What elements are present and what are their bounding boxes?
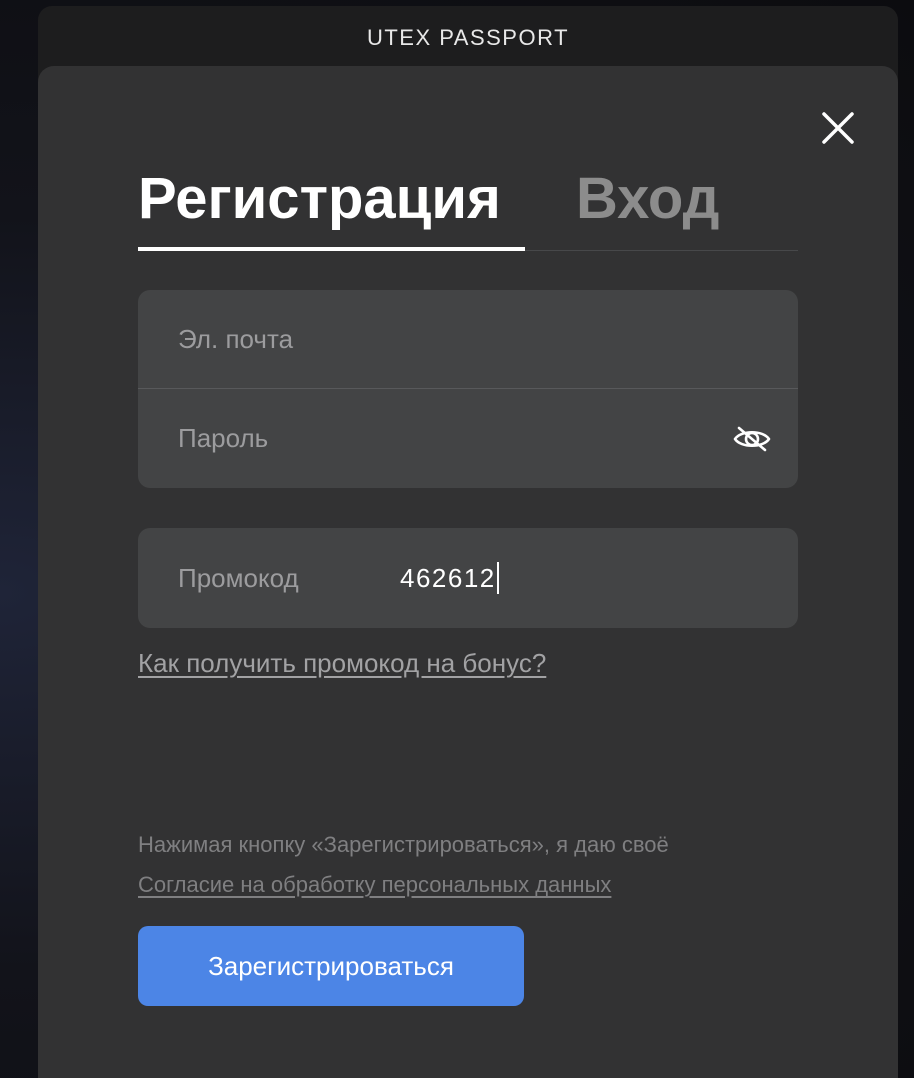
tab-login[interactable]: Вход <box>576 156 719 250</box>
consent-link[interactable]: Согласие на обработку персональных данны… <box>138 872 611 898</box>
register-button[interactable]: Зарегистрироваться <box>138 926 524 1006</box>
promo-code-input[interactable]: 462612 <box>400 528 499 628</box>
promo-code-value: 462612 <box>400 563 496 593</box>
text-caret <box>496 562 499 595</box>
promo-help-link[interactable]: Как получить промокод на бонус? <box>138 648 546 679</box>
password-field[interactable] <box>138 389 798 488</box>
password-row <box>138 388 798 488</box>
promo-code-field[interactable]: Промокод 462612 <box>138 528 798 628</box>
close-button[interactable] <box>814 104 862 152</box>
eye-off-icon <box>733 426 771 452</box>
email-row <box>138 290 798 388</box>
credentials-group <box>138 290 798 488</box>
close-icon <box>822 112 854 144</box>
promo-code-label: Промокод <box>178 563 299 593</box>
email-field[interactable] <box>138 290 798 388</box>
tab-register[interactable]: Регистрация <box>138 156 525 251</box>
auth-tabs: Регистрация Вход <box>138 156 798 251</box>
auth-dialog: Регистрация Вход Промокод 462612 Как пол… <box>38 66 898 1078</box>
window-title: UTEX PASSPORT <box>366 25 570 50</box>
consent-text: Нажимая кнопку «Зарегистрироваться», я д… <box>138 832 669 857</box>
toggle-password-visibility-button[interactable] <box>732 419 772 459</box>
